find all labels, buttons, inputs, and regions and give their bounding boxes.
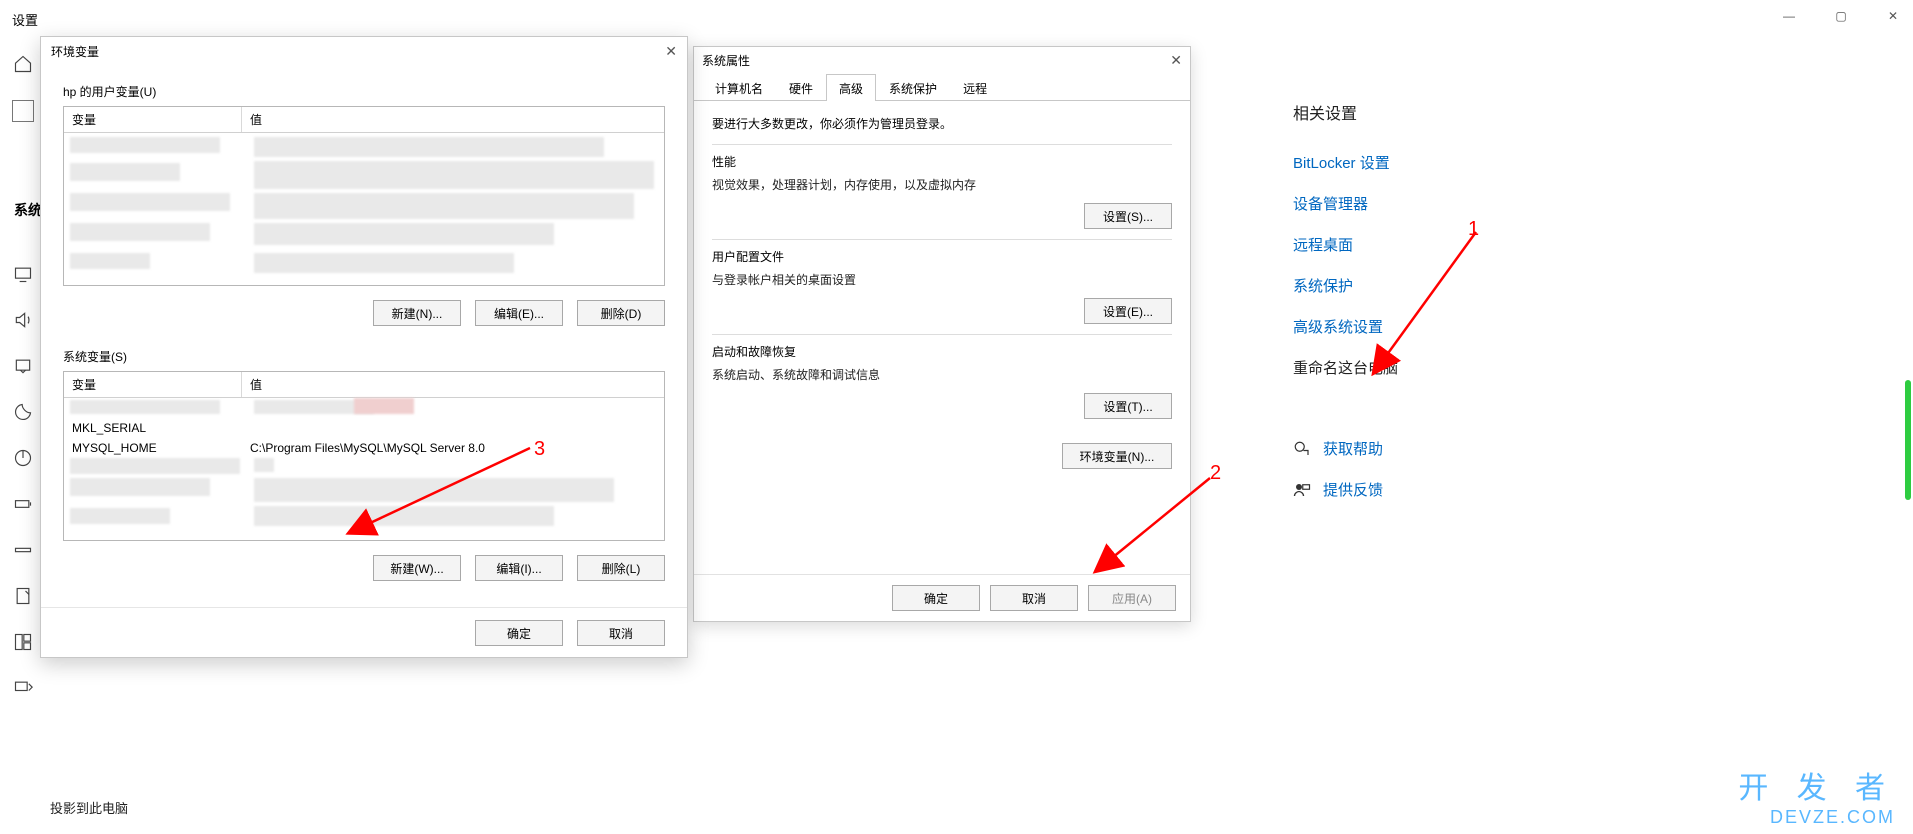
close-button[interactable]: ✕ [1879,6,1907,26]
sys-vars-label: 系统变量(S) [63,348,665,365]
sysprops-close-icon[interactable]: ✕ [1170,52,1182,69]
related-heading: 相关设置 [1293,100,1398,124]
battery-icon[interactable] [13,494,33,514]
minimize-button[interactable]: — [1775,6,1803,26]
env-vars-dialog: 环境变量 ✕ hp 的用户变量(U) 变量 值 新建(N).. [40,36,688,658]
sysprops-tabs: 计算机名 硬件 高级 系统保护 远程 [694,73,1190,101]
feedback-link[interactable]: 提供反馈 [1293,479,1398,500]
scroll-indicator[interactable] [1905,380,1911,500]
row-mkl-var[interactable]: MKL_SERIAL [64,421,242,435]
env-cancel-button[interactable]: 取消 [577,620,665,646]
sys-vars-table[interactable]: 变量 值 en-3.5 MKL_SERIAL MYSQL_HOME C:\Pro… [63,371,665,541]
user-edit-button[interactable]: 编辑(E)... [475,300,563,326]
profile-title: 用户配置文件 [712,248,1172,265]
startup-settings-button[interactable]: 设置(T)... [1084,393,1172,419]
sys-delete-button[interactable]: 删除(L) [577,555,665,581]
tablet-icon[interactable] [13,586,33,606]
env-close-icon[interactable]: ✕ [665,43,677,60]
env-vars-button[interactable]: 环境变量(N)... [1062,443,1172,469]
link-remote-desktop[interactable]: 远程桌面 [1293,234,1398,255]
focus-icon[interactable] [13,402,33,422]
user-delete-button[interactable]: 删除(D) [577,300,665,326]
projection-text: 投影到此电脑 [50,798,128,817]
tab-hardware[interactable]: 硬件 [776,74,826,101]
related-settings: 相关设置 BitLocker 设置 设备管理器 远程桌面 系统保护 高级系统设置… [1293,100,1398,500]
window-controls: — ▢ ✕ [1775,6,1907,26]
power-icon[interactable] [13,448,33,468]
system-properties-dialog: 系统属性 ✕ 计算机名 硬件 高级 系统保护 远程 要进行大多数更改，你必须作为… [693,46,1191,622]
watermark: 开 发 者 DEVZE.COM [1738,763,1895,828]
row-mysql-val[interactable]: C:\Program Files\MySQL\MySQL Server 8.0 [242,441,664,455]
env-title: 环境变量 [51,43,99,60]
startup-title: 启动和故障恢复 [712,343,1172,360]
perf-settings-button[interactable]: 设置(S)... [1084,203,1172,229]
watermark-zh: 开 发 者 [1738,763,1895,807]
user-vars-table[interactable]: 变量 值 [63,106,665,286]
link-device-manager[interactable]: 设备管理器 [1293,193,1398,214]
link-system-protection[interactable]: 系统保护 [1293,275,1398,296]
sound-icon[interactable] [13,310,33,330]
system-label: 系统 [14,200,42,220]
notifications-icon[interactable] [13,356,33,376]
link-bitlocker[interactable]: BitLocker 设置 [1293,152,1398,173]
user-vars-label: hp 的用户变量(U) [63,83,665,100]
annotation-1: 1 [1468,218,1479,241]
sysprops-apply-button[interactable]: 应用(A) [1088,585,1176,611]
profile-desc: 与登录帐户相关的桌面设置 [712,271,1172,288]
sysprops-ok-button[interactable]: 确定 [892,585,980,611]
admin-note: 要进行大多数更改，你必须作为管理员登录。 [712,115,1172,132]
sysprops-cancel-button[interactable]: 取消 [990,585,1078,611]
search-box-icon[interactable] [12,100,34,122]
help-label: 获取帮助 [1323,438,1383,459]
help-icon [1293,440,1311,458]
tab-system-protection[interactable]: 系统保护 [876,74,950,101]
col-variable[interactable]: 变量 [64,107,242,132]
maximize-button[interactable]: ▢ [1827,6,1855,26]
perf-desc: 视觉效果，处理器计划，内存使用，以及虚拟内存 [712,176,1172,193]
display-icon[interactable] [13,264,33,284]
sys-new-button[interactable]: 新建(W)... [373,555,461,581]
feedback-label: 提供反馈 [1323,479,1383,500]
home-icon[interactable] [13,54,33,74]
startup-desc: 系统启动、系统故障和调试信息 [712,366,1172,383]
perf-title: 性能 [712,153,1172,170]
tab-advanced[interactable]: 高级 [826,74,876,101]
profile-settings-button[interactable]: 设置(E)... [1084,298,1172,324]
multitask-icon[interactable] [13,632,33,652]
col-value-sys[interactable]: 值 [242,372,664,397]
tab-computer-name[interactable]: 计算机名 [702,74,776,101]
project-icon[interactable] [13,678,33,698]
row-mysql-var[interactable]: MYSQL_HOME [64,441,242,455]
settings-title: 设置 [12,10,38,29]
link-advanced-system[interactable]: 高级系统设置 [1293,316,1398,337]
storage-icon[interactable] [13,540,33,560]
col-value[interactable]: 值 [242,107,664,132]
feedback-icon [1293,481,1311,499]
link-rename-pc[interactable]: 重命名这台电脑 [1293,357,1398,378]
env-ok-button[interactable]: 确定 [475,620,563,646]
watermark-en: DEVZE.COM [1738,807,1895,828]
tab-remote[interactable]: 远程 [950,74,1000,101]
annotation-3: 3 [534,438,545,461]
sysprops-title: 系统属性 [702,52,750,69]
user-new-button[interactable]: 新建(N)... [373,300,461,326]
get-help-link[interactable]: 获取帮助 [1293,438,1398,459]
sys-edit-button[interactable]: 编辑(I)... [475,555,563,581]
annotation-2: 2 [1210,462,1221,485]
col-variable-sys[interactable]: 变量 [64,372,242,397]
